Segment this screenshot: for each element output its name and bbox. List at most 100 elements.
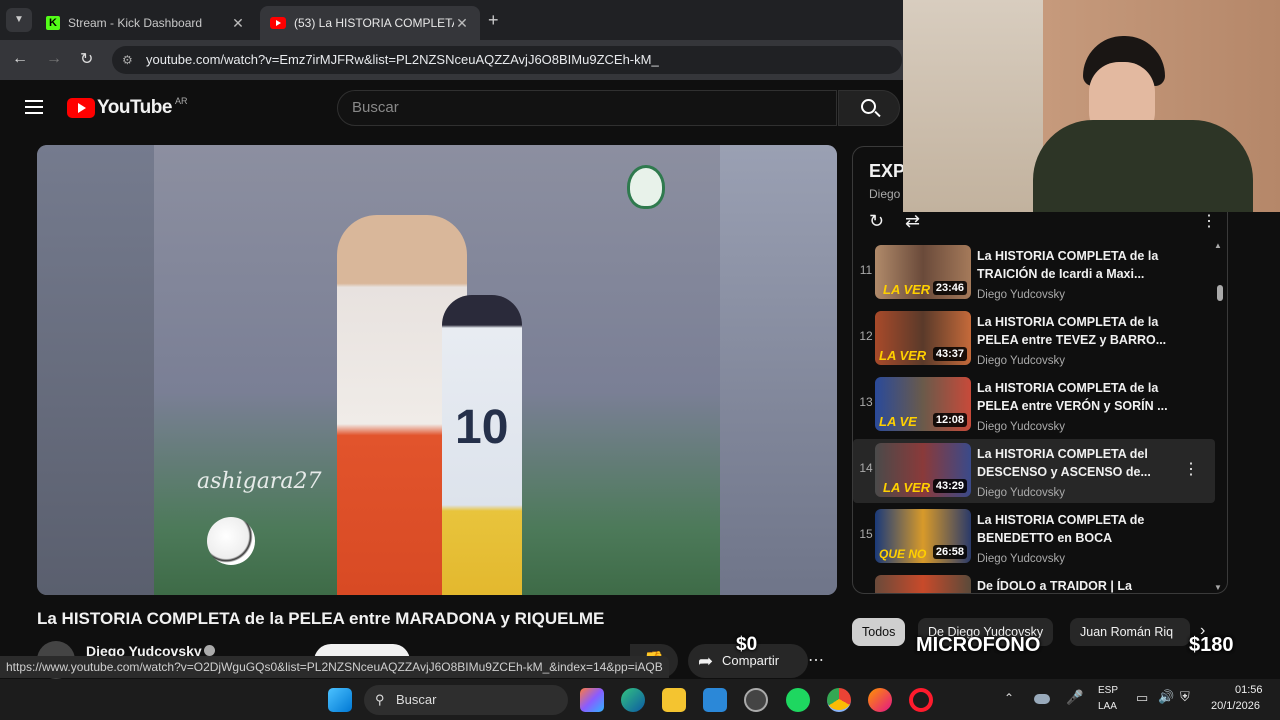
item-channel: Diego Yudcovsky <box>977 487 1066 499</box>
item-duration: 26:58 <box>932 545 967 559</box>
menu-icon[interactable] <box>25 100 43 114</box>
reload-icon[interactable]: ↻ <box>80 49 93 69</box>
item-duration: 12:08 <box>932 413 967 427</box>
youtube-icon <box>270 17 286 29</box>
item-duration: 43:29 <box>932 479 967 493</box>
address-bar[interactable]: ⚙ youtube.com/watch?v=Emz7irMJFRw&list=P… <box>112 46 902 74</box>
item-title: La HISTORIA COMPLETA de la PELEA entre V… <box>977 381 1168 413</box>
site-info-icon[interactable]: ⚙ <box>122 46 133 74</box>
item-channel: Diego Yudcovsky <box>977 289 1066 301</box>
thumb-text: LA VE <box>879 414 917 429</box>
verified-icon <box>204 645 215 656</box>
spotify-icon[interactable] <box>786 688 810 712</box>
display-icon[interactable]: ▭ <box>1136 690 1148 706</box>
close-tab-icon[interactable]: ✕ <box>230 15 246 32</box>
item-channel: Diego Yudcovsky <box>977 421 1066 433</box>
firefox-icon[interactable] <box>868 688 892 712</box>
overlay-label: MICROFONO <box>916 634 1041 656</box>
item-title: La HISTORIA COMPLETA del DESCENSO y ASCE… <box>977 447 1151 479</box>
copilot-icon[interactable] <box>580 688 604 712</box>
item-index: 14 <box>859 461 873 475</box>
playlist-item[interactable]: 11 LA VER 23:46 La HISTORIA COMPLETA de l… <box>853 241 1215 305</box>
region-code: AR <box>174 96 188 106</box>
playlist-item[interactable]: 12 LA VER 43:37 La HISTORIA COMPLETA de l… <box>853 307 1215 371</box>
item-duration: 23:46 <box>932 281 967 295</box>
playlist-item[interactable]: De ÍDOLO a TRAIDOR | La <box>853 571 1215 593</box>
thumb-text: LA VER <box>883 282 931 297</box>
tab-title: (53) La HISTORIA COMPLETA de <box>294 16 454 30</box>
item-more-icon[interactable]: ⋮ <box>1183 459 1199 479</box>
search-input[interactable]: Buscar <box>337 90 837 126</box>
item-index: 13 <box>859 395 873 409</box>
new-tab-button[interactable]: + <box>488 10 499 31</box>
link-hover-status: https://www.youtube.com/watch?v=O2DjWguG… <box>0 656 669 678</box>
back-icon[interactable]: ← <box>12 50 28 68</box>
item-thumbnail[interactable]: LA VER 23:46 <box>875 245 971 299</box>
item-thumbnail[interactable]: QUE NO 26:58 <box>875 509 971 563</box>
item-channel: Diego Yudcovsky <box>977 553 1066 565</box>
search-button[interactable] <box>838 90 900 126</box>
windows-taskbar: ⚲ Buscar ⌃ 🎤 ESP LAA ▭ 🔊 ⛨ 01:56 20/1/20… <box>0 679 1280 720</box>
chip-todos[interactable]: Todos <box>852 618 906 646</box>
playlist-panel: EXP Diego Y ↻ ⇄ ⋮ 11 LA VER 23:46 La HIST… <box>852 146 1228 594</box>
item-thumbnail[interactable]: LA VER 43:29 <box>875 443 971 497</box>
item-title: La HISTORIA COMPLETA de la TRAICIÓN de I… <box>977 249 1159 281</box>
youtube-logo[interactable]: YouTube AR <box>67 96 188 119</box>
ball <box>207 517 255 565</box>
item-index: 15 <box>859 527 873 541</box>
onedrive-icon[interactable] <box>1034 694 1050 704</box>
loop-icon[interactable]: ↻ <box>869 211 884 232</box>
item-channel: Diego Yudcovsky <box>977 355 1066 367</box>
tray-chevron-icon[interactable]: ⌃ <box>1004 691 1014 705</box>
playlist-item[interactable]: 13 LA VE 12:08 La HISTORIA COMPLETA de la… <box>853 373 1215 437</box>
volume-icon[interactable]: 🔊 <box>1158 689 1174 705</box>
tab-list-button[interactable]: ▼ <box>6 8 32 32</box>
item-thumbnail[interactable]: LA VER 43:37 <box>875 311 971 365</box>
kick-icon: K <box>46 16 60 30</box>
taskbar-search-label: Buscar <box>396 692 437 707</box>
tab-title: Stream - Kick Dashboard <box>68 16 203 30</box>
watermark-text: ashigara27 <box>197 469 322 494</box>
obs-icon[interactable] <box>744 688 768 712</box>
item-thumbnail[interactable]: LA VE 12:08 <box>875 377 971 431</box>
chrome-icon[interactable] <box>827 688 851 712</box>
chip-riquelme[interactable]: Juan Román Riq <box>1070 618 1190 646</box>
shuffle-icon[interactable]: ⇄ <box>905 211 920 232</box>
playlist-more-icon[interactable]: ⋮ <box>1201 211 1217 231</box>
tab-kick-dashboard[interactable]: K Stream - Kick Dashboard ✕ <box>36 6 256 40</box>
more-actions-button[interactable]: ⋯ <box>808 644 834 678</box>
overlay-right-amount: $180 <box>1189 634 1234 656</box>
share-icon: ➦ <box>698 651 714 671</box>
windows-start-icon[interactable] <box>328 688 352 712</box>
thumb-text: LA VER <box>879 348 927 363</box>
close-tab-icon[interactable]: ✕ <box>454 15 470 32</box>
scroll-up-icon[interactable]: ▲ <box>1214 241 1222 250</box>
item-title: La HISTORIA COMPLETA de BENEDETTO en BOC… <box>977 513 1145 545</box>
clock-date[interactable]: 20/1/2026 <box>1211 700 1260 712</box>
tab-youtube[interactable]: (53) La HISTORIA COMPLETA de ✕ <box>260 6 480 40</box>
thumb-text: LA VER <box>883 480 931 495</box>
video-player[interactable]: 10 ashigara27 <box>37 145 837 595</box>
clock-time[interactable]: 01:56 <box>1235 684 1263 696</box>
taskbar-search[interactable]: ⚲ Buscar <box>364 685 568 715</box>
item-thumbnail[interactable] <box>875 575 971 593</box>
mic-icon[interactable]: 🎤 <box>1066 689 1083 706</box>
store-icon[interactable] <box>703 688 727 712</box>
playlist-item-hovered[interactable]: 14 LA VER 43:29 La HISTORIA COMPLETA del … <box>853 439 1215 503</box>
item-title: De ÍDOLO a TRAIDOR | La <box>977 579 1132 593</box>
layout-code[interactable]: LAA <box>1098 701 1117 712</box>
playlist-scrollbar[interactable] <box>1217 285 1223 301</box>
edge-icon[interactable] <box>621 688 645 712</box>
overlay-left-amount: $0 <box>736 634 758 655</box>
item-index: 12 <box>859 329 873 343</box>
file-explorer-icon[interactable] <box>662 688 686 712</box>
opera-icon[interactable] <box>909 688 933 712</box>
lang-code[interactable]: ESP <box>1098 685 1118 696</box>
forward-icon[interactable]: → <box>46 50 62 68</box>
shield-icon[interactable]: ⛨ <box>1180 689 1190 705</box>
scroll-down-icon[interactable]: ▼ <box>1214 583 1222 592</box>
search-icon: ⚲ <box>375 692 385 707</box>
channel-badge-icon <box>627 165 665 209</box>
playlist-item[interactable]: 15 QUE NO 26:58 La HISTORIA COMPLETA de B… <box>853 505 1215 569</box>
video-title: La HISTORIA COMPLETA de la PELEA entre M… <box>37 609 605 628</box>
